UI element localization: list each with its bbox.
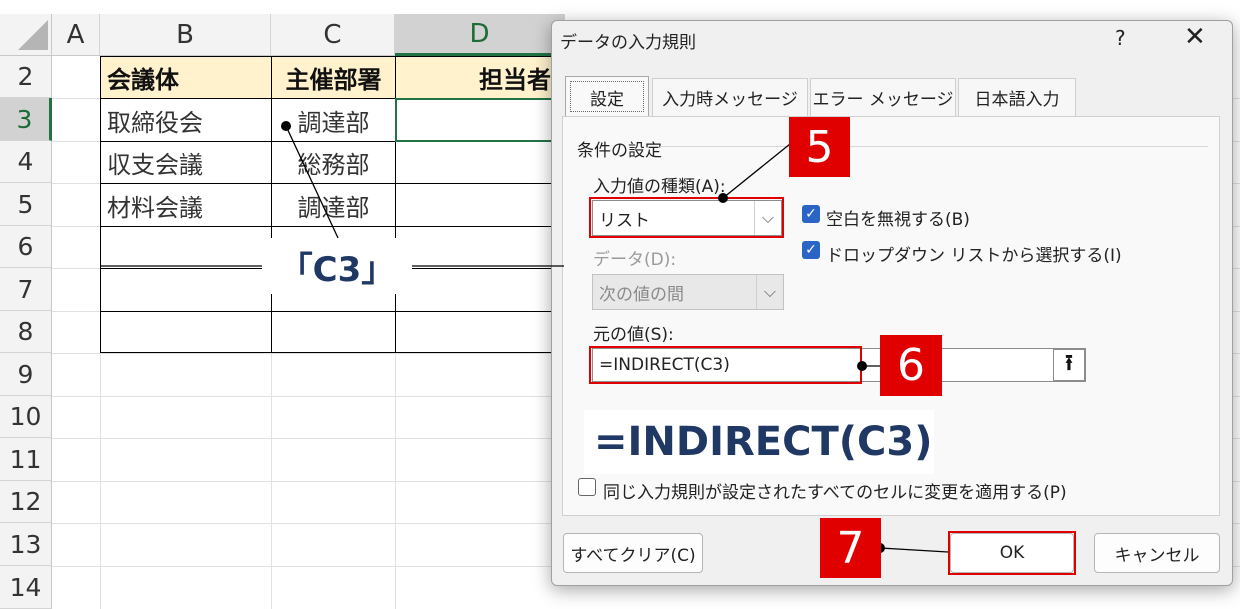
tab-settings[interactable]: 設定	[565, 76, 649, 117]
dropdown-checkbox[interactable]: ✓	[802, 241, 820, 259]
row-header-11[interactable]: 11	[0, 438, 52, 481]
column-header-a[interactable]: A	[52, 14, 100, 56]
row-header-14[interactable]: 14	[0, 566, 52, 609]
step-badge-6: 6	[880, 335, 942, 396]
cell-b5[interactable]: 材料会議	[101, 184, 271, 226]
table-border	[100, 226, 566, 227]
table-border	[100, 56, 566, 57]
data-label: データ(D):	[593, 250, 677, 270]
cancel-button[interactable]: キャンセル	[1094, 533, 1220, 573]
row-header-7[interactable]: 7	[0, 268, 52, 311]
cell-c4[interactable]: 総務部	[272, 142, 395, 183]
close-icon[interactable]: ✕	[1184, 22, 1206, 52]
row-header-5[interactable]: 5	[0, 183, 52, 226]
cell-reference-callout: 「C3」	[262, 238, 412, 294]
row-header-8[interactable]: 8	[0, 311, 52, 353]
row-header-2[interactable]: 2	[0, 56, 52, 98]
cell-b4[interactable]: 収支会議	[101, 142, 271, 183]
clear-all-button[interactable]: すべてクリア(C)	[563, 533, 703, 573]
group-divider	[660, 146, 1208, 147]
cell-c5[interactable]: 調達部	[272, 184, 395, 226]
row-header-10[interactable]: 10	[0, 396, 52, 438]
tab-ime-mode[interactable]: 日本語入力	[958, 78, 1076, 116]
cell-c2[interactable]: 主催部署	[272, 57, 395, 98]
row-header-9[interactable]: 9	[0, 353, 52, 396]
row-header-3[interactable]: 3	[0, 98, 52, 141]
row-header-13[interactable]: 13	[0, 523, 52, 566]
help-icon[interactable]: ?	[1115, 26, 1126, 50]
highlight-box-6	[589, 346, 862, 384]
dialog-title: データの入力規則	[560, 33, 696, 53]
table-border	[100, 183, 566, 184]
cell-c3[interactable]: 調達部	[272, 99, 395, 141]
active-cell-d3[interactable]	[395, 98, 565, 142]
source-label: 元の値(S):	[593, 325, 674, 345]
cell-b2[interactable]: 会議体	[101, 57, 271, 98]
row-header-6[interactable]: 6	[0, 226, 52, 268]
data-dropdown: 次の値の間 ⌵	[592, 274, 784, 310]
highlight-box-5	[589, 197, 784, 238]
formula-display: =INDIRECT(C3)	[584, 410, 934, 474]
step-badge-7: 7	[820, 518, 881, 578]
data-value: 次の値の間	[599, 284, 684, 305]
column-header-d[interactable]: D	[395, 14, 565, 56]
apply-all-label: 同じ入力規則が設定されたすべてのセルに変更を適用する(P)	[603, 483, 1067, 503]
select-all-triangle-icon	[18, 20, 48, 50]
allow-label: 入力値の種類(A):	[593, 177, 726, 197]
apply-all-checkbox[interactable]	[578, 478, 596, 496]
highlight-box-7	[948, 531, 1076, 575]
table-border	[100, 56, 101, 353]
ignore-blank-checkbox[interactable]: ✓	[802, 205, 820, 223]
column-header-c[interactable]: C	[271, 14, 395, 56]
step-badge-5: 5	[789, 117, 850, 177]
tab-error-alert[interactable]: エラー メッセージ	[810, 78, 956, 116]
collapse-dialog-icon[interactable]: ⭱	[1053, 349, 1085, 381]
cell-d2[interactable]: 担当者	[396, 57, 565, 98]
column-header-b[interactable]: B	[100, 14, 271, 56]
callout-dot	[281, 121, 291, 131]
ignore-blank-label: 空白を無視する(B)	[826, 210, 970, 230]
row-header-12[interactable]: 12	[0, 481, 52, 523]
tab-input-message[interactable]: 入力時メッセージ	[652, 78, 808, 116]
chevron-down-icon: ⌵	[756, 275, 783, 309]
table-border	[100, 311, 566, 312]
row-header-4[interactable]: 4	[0, 141, 52, 183]
dropdown-label: ドロップダウン リストから選択する(I)	[826, 246, 1122, 266]
group-title: 条件の設定	[577, 141, 662, 161]
cell-b3[interactable]: 取締役会	[101, 99, 271, 141]
table-border	[271, 56, 272, 353]
table-border	[100, 352, 566, 353]
